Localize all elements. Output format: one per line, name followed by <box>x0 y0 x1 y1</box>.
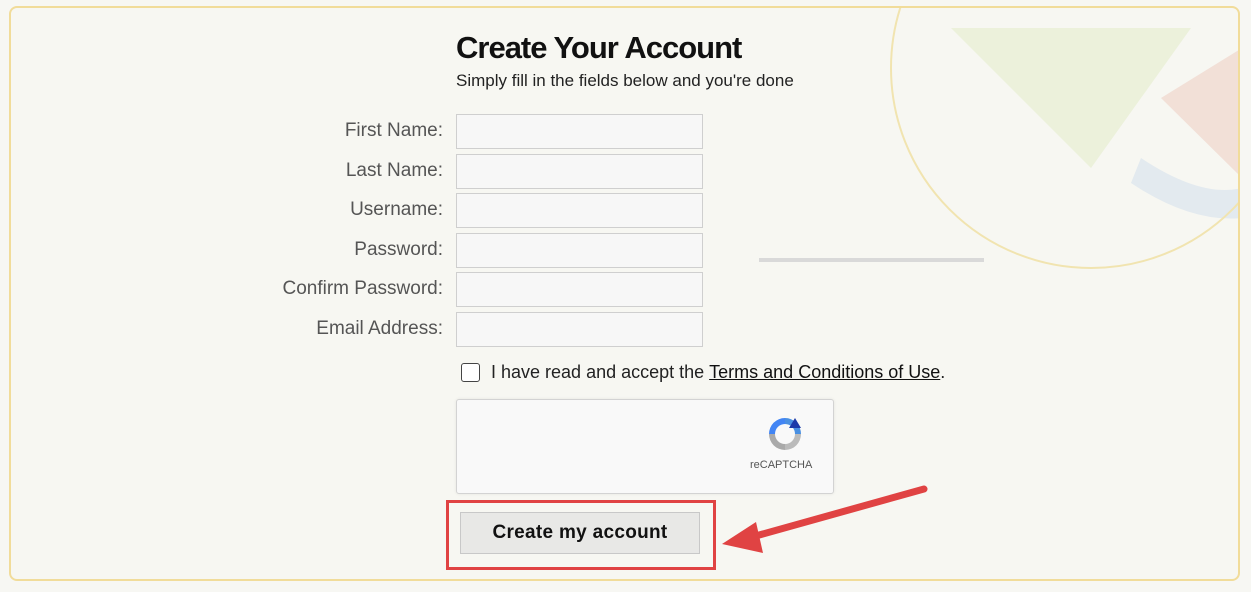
confirm-password-row: Confirm Password: <box>0 272 705 308</box>
password-row: Password: <box>0 233 705 269</box>
create-account-button[interactable]: Create my account <box>460 512 700 554</box>
terms-link[interactable]: Terms and Conditions of Use <box>709 362 940 383</box>
recaptcha-icon <box>769 418 801 450</box>
password-label: Password: <box>354 239 443 260</box>
password-field[interactable] <box>456 233 703 268</box>
username-row: Username: <box>0 193 705 229</box>
terms-period: . <box>940 362 946 382</box>
email-label: Email Address: <box>316 318 443 339</box>
username-label: Username: <box>350 199 443 220</box>
last-name-label: Last Name: <box>345 160 443 181</box>
page-subtitle: Simply fill in the fields below and you'… <box>456 71 794 90</box>
divider-line <box>759 258 984 262</box>
terms-row: I have read and accept the Terms and Con… <box>461 362 945 383</box>
terms-text: I have read and accept the <box>491 362 705 382</box>
last-name-row: Last Name: <box>0 154 705 190</box>
email-field[interactable] <box>456 312 703 347</box>
first-name-row: First Name: <box>0 114 705 150</box>
last-name-field[interactable] <box>456 154 703 189</box>
first-name-field[interactable] <box>456 114 703 149</box>
username-field[interactable] <box>456 193 703 228</box>
recaptcha-label: reCAPTCHA <box>750 459 813 471</box>
page-title: Create Your Account <box>456 30 742 65</box>
email-row: Email Address: <box>0 312 705 348</box>
recaptcha-widget[interactable]: reCAPTCHA <box>456 399 834 494</box>
first-name-label: First Name: <box>344 120 443 141</box>
confirm-password-field[interactable] <box>456 272 703 307</box>
terms-checkbox[interactable] <box>461 363 480 382</box>
confirm-password-label: Confirm Password: <box>282 278 444 299</box>
